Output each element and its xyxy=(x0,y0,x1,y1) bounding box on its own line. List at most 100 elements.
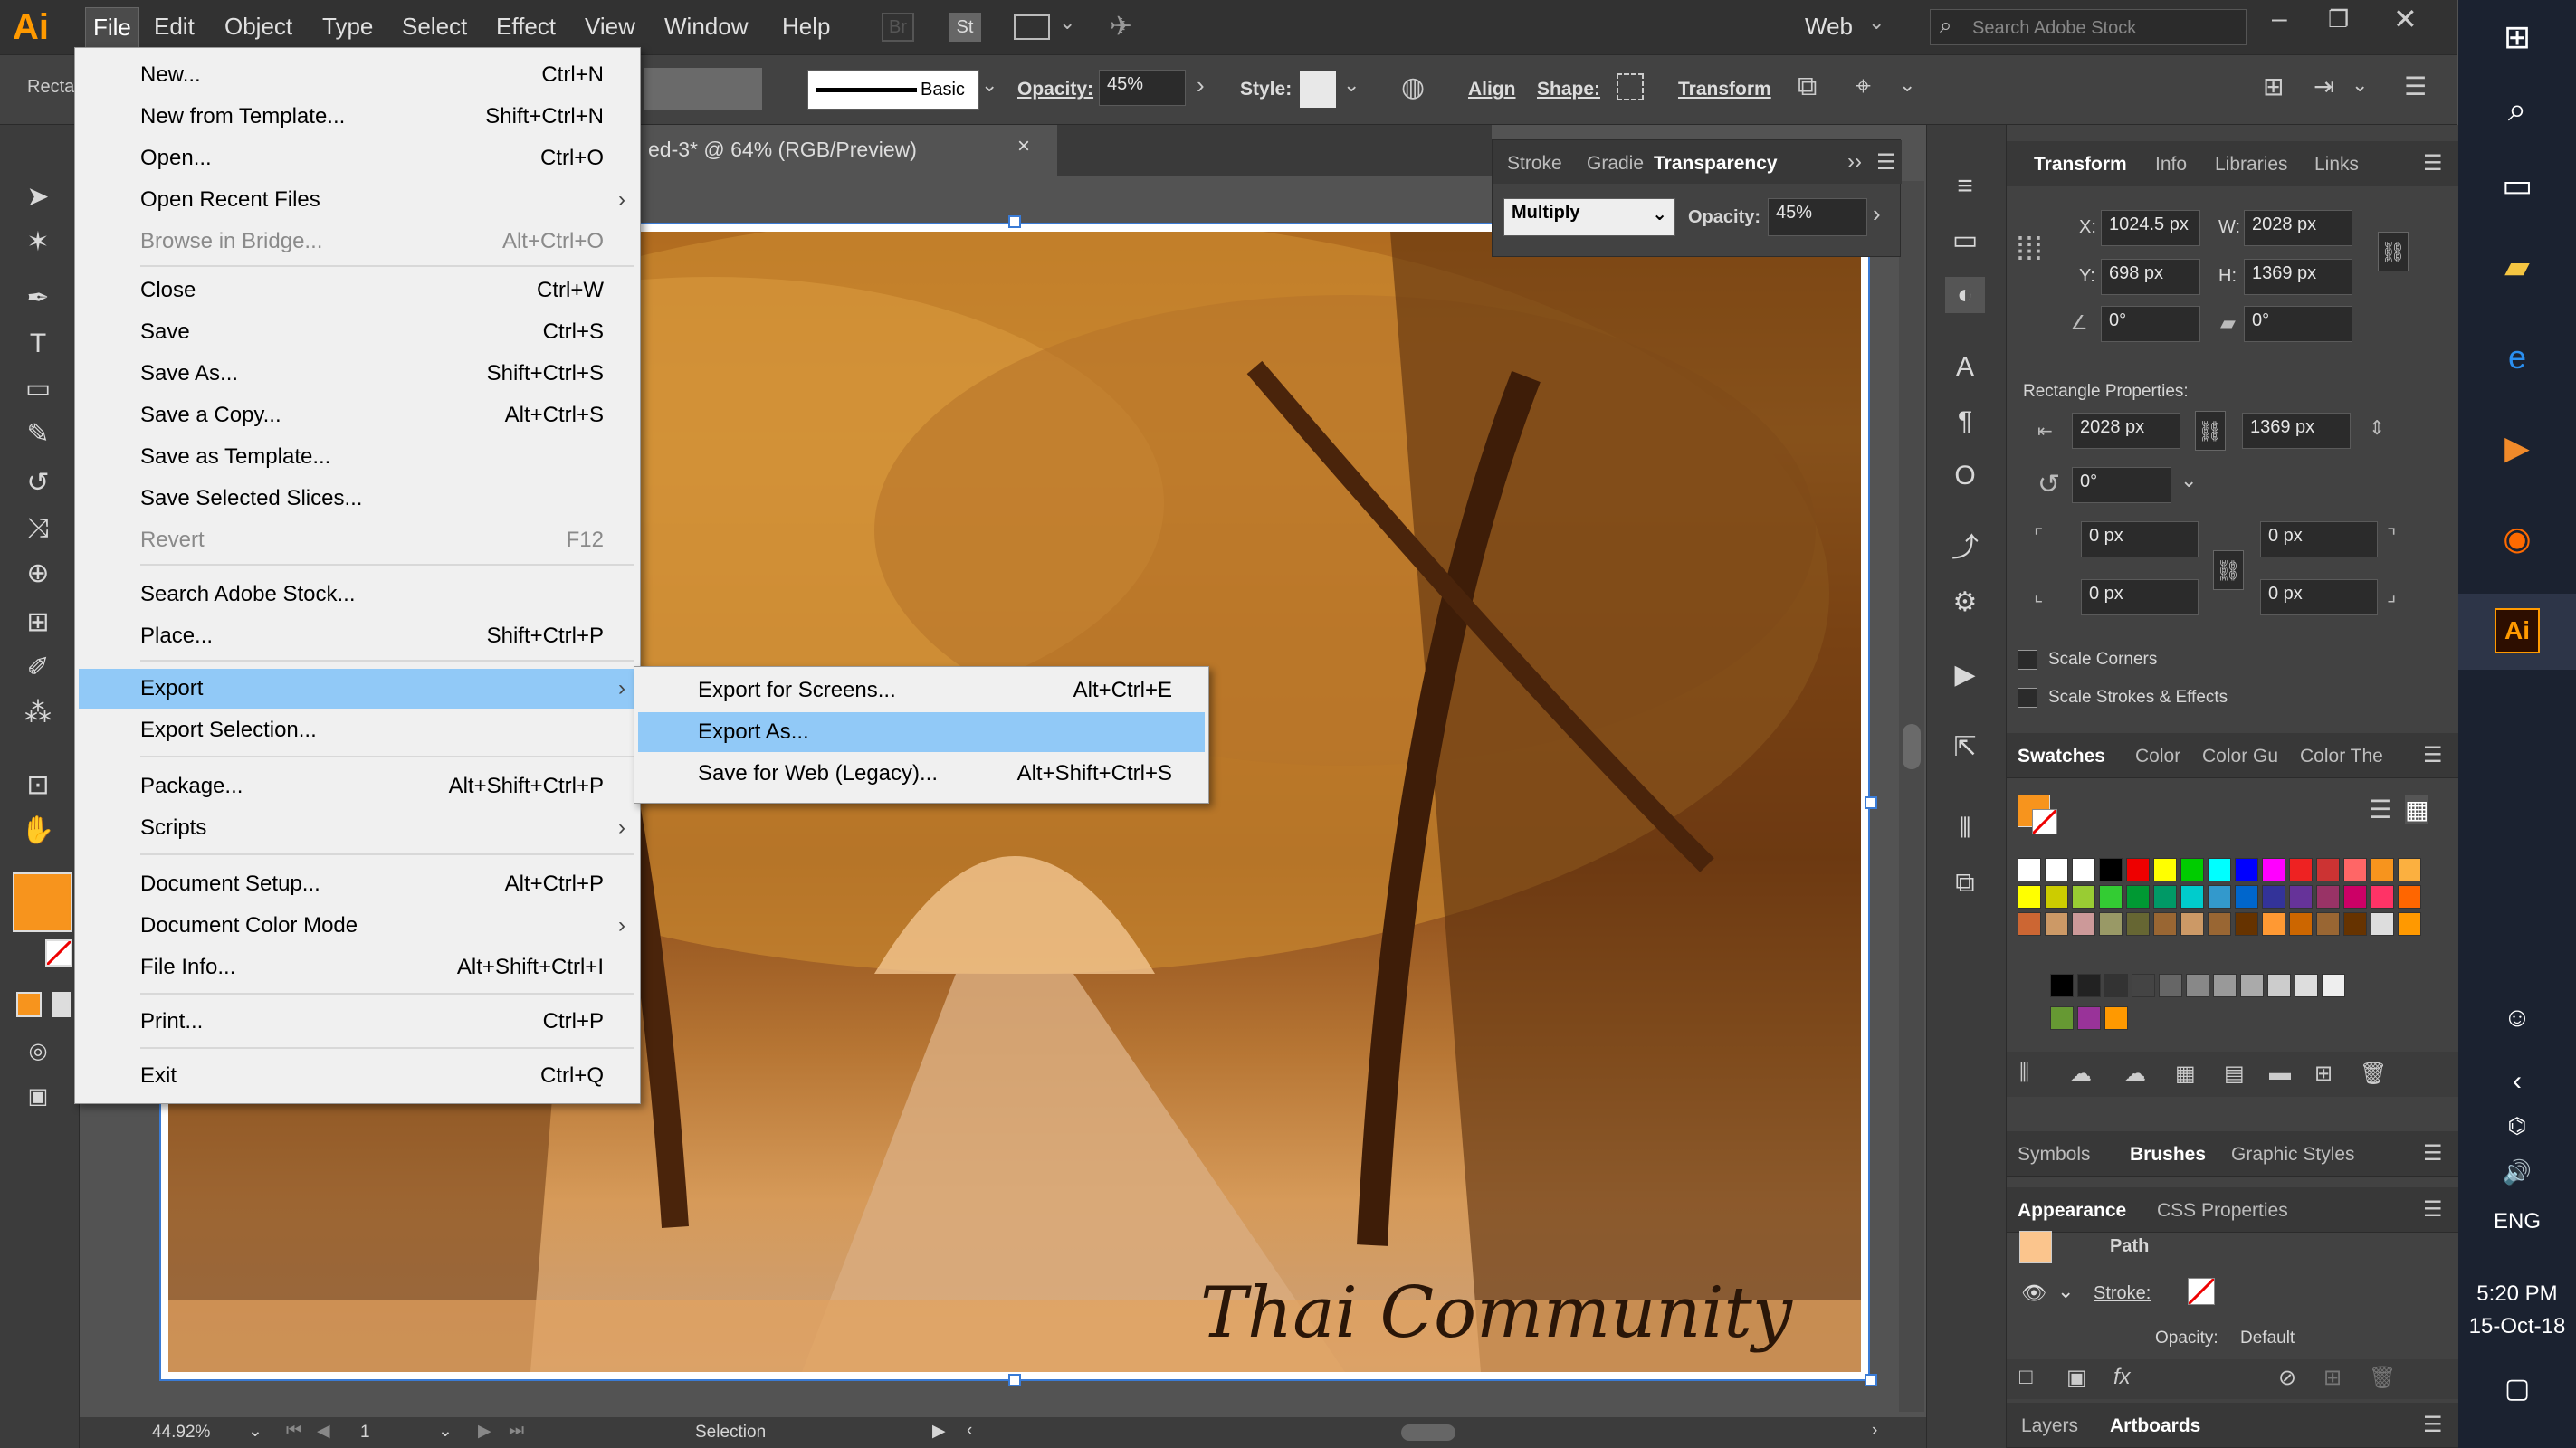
constrain-link-icon[interactable]: ⛓ xyxy=(2378,232,2409,272)
selection-handle[interactable] xyxy=(1865,796,1877,809)
show-hidden-icons[interactable]: ‹ xyxy=(2495,1059,2540,1104)
swatch[interactable] xyxy=(2050,974,2074,997)
restore-icon[interactable]: ❐ xyxy=(2328,5,2349,33)
submenu-item-export-as[interactable]: Export As... xyxy=(638,712,1205,752)
corner-radius-3[interactable]: 0 px xyxy=(2081,579,2199,615)
fill-field[interactable] xyxy=(644,68,762,110)
task-view-icon[interactable]: ▭ xyxy=(2495,163,2540,208)
grid-view-icon[interactable]: ▦ xyxy=(2405,795,2429,824)
swatch[interactable] xyxy=(2072,912,2095,936)
swatch[interactable] xyxy=(2072,858,2095,881)
pathfinder-panel-icon[interactable]: ⧉ xyxy=(1945,865,1985,901)
fill-color-swatch[interactable] xyxy=(13,872,72,932)
visibility-eye-icon[interactable]: 👁 xyxy=(2021,1281,2046,1305)
swatch[interactable] xyxy=(2104,1006,2128,1030)
menu-item-open-recent[interactable]: Open Recent Files › xyxy=(79,180,636,220)
asset-export-icon[interactable]: ⤴ xyxy=(1945,530,1985,567)
puppet-warp-icon[interactable]: ⌖ xyxy=(1856,71,1871,102)
tab-color-guide[interactable]: Color Gu xyxy=(2202,746,2278,767)
chevron-down-icon[interactable]: ⌄ xyxy=(248,1421,262,1442)
list-view-icon[interactable]: ☰ xyxy=(2369,795,2391,824)
media-player-icon[interactable]: ▶ xyxy=(2495,425,2540,471)
swatch[interactable] xyxy=(2208,885,2231,909)
swatch[interactable] xyxy=(2099,885,2123,909)
menu-item-new[interactable]: New... Ctrl+N xyxy=(79,55,636,95)
kinds-icon[interactable]: ☁ xyxy=(2124,1061,2146,1087)
cc-library-icon[interactable]: ☁ xyxy=(2070,1061,2092,1087)
swatch[interactable] xyxy=(2050,1006,2074,1030)
type-tool-icon[interactable]: T xyxy=(18,326,58,362)
tab-css-properties[interactable]: CSS Properties xyxy=(2157,1200,2288,1222)
stroke-profile-select[interactable]: Basic xyxy=(807,70,979,110)
minimize-icon[interactable]: – xyxy=(2272,4,2287,34)
menu-item-export-selection[interactable]: Export Selection... xyxy=(79,710,636,750)
next-artboard-icon[interactable]: ▶ xyxy=(478,1421,491,1442)
swatch[interactable] xyxy=(2343,858,2367,881)
color-mode-icon[interactable] xyxy=(16,992,42,1017)
menu-view[interactable]: View xyxy=(585,13,635,42)
first-artboard-icon[interactable]: ⏮ xyxy=(286,1421,301,1441)
menu-effect[interactable]: Effect xyxy=(496,13,556,42)
chevron-right-icon[interactable]: › xyxy=(1197,71,1205,100)
corner-radius-2[interactable]: 0 px xyxy=(2260,521,2378,557)
file-explorer-icon[interactable]: ▰ xyxy=(2495,244,2540,290)
swatch[interactable] xyxy=(2153,912,2177,936)
scroll-thumb[interactable] xyxy=(1903,724,1921,769)
tab-appearance[interactable]: Appearance xyxy=(2018,1200,2126,1222)
rect-width-input[interactable]: 2028 px xyxy=(2072,413,2180,449)
chevron-down-icon[interactable]: ⌄ xyxy=(2352,73,2368,97)
screen-mode-icon[interactable]: ▣ xyxy=(18,1079,58,1115)
rect-rotate-input[interactable]: 0° xyxy=(2072,467,2171,503)
swatch[interactable] xyxy=(2126,912,2150,936)
menu-item-save-as-template[interactable]: Save as Template... xyxy=(79,437,636,477)
panel-menu-icon[interactable]: ☰ xyxy=(2423,742,2443,768)
menu-item-file-info[interactable]: File Info... Alt+Shift+Ctrl+I xyxy=(79,948,636,987)
swatch[interactable] xyxy=(2208,858,2231,881)
folder-icon[interactable]: ▬ xyxy=(2269,1061,2291,1086)
menu-item-place[interactable]: Place... Shift+Ctrl+P xyxy=(79,616,636,656)
align-link[interactable]: Align xyxy=(1468,79,1516,100)
menu-item-save-copy[interactable]: Save a Copy... Alt+Ctrl+S xyxy=(79,395,636,435)
swatch[interactable] xyxy=(2104,974,2128,997)
swatch[interactable] xyxy=(2099,912,2123,936)
gradient-panel-icon[interactable]: ▭ xyxy=(1945,223,1985,259)
status-menu-arrow-icon[interactable]: ▶ xyxy=(932,1421,946,1442)
panel-menu-icon[interactable]: ☰ xyxy=(2423,150,2443,176)
action-center-icon[interactable]: ▢ xyxy=(2495,1367,2540,1412)
character-panel-icon[interactable]: A xyxy=(1945,349,1985,386)
stock-search-input[interactable]: ⌕ Search Adobe Stock xyxy=(1930,9,2247,45)
opacity-label[interactable]: Opacity: xyxy=(1017,79,1093,100)
swatch[interactable] xyxy=(2018,858,2041,881)
swatch[interactable] xyxy=(2295,974,2318,997)
chevron-down-icon[interactable]: ⌄ xyxy=(1868,11,1884,34)
stroke-none-swatch[interactable] xyxy=(2188,1278,2215,1305)
rectangle-tool-icon[interactable]: ▭ xyxy=(18,371,58,407)
tab-transform[interactable]: Transform xyxy=(2034,154,2127,176)
menu-item-save[interactable]: Save Ctrl+S xyxy=(79,312,636,352)
input-language[interactable]: ENG xyxy=(2458,1209,2576,1234)
illustrator-taskbar-item[interactable]: Ai xyxy=(2458,594,2576,670)
tab-gradient[interactable]: Gradie xyxy=(1587,153,1644,175)
scale-strokes-checkbox[interactable] xyxy=(2018,688,2037,708)
swatch[interactable] xyxy=(2235,912,2258,936)
panel-menu-icon[interactable]: ☰ xyxy=(2423,1412,2443,1438)
network-icon[interactable]: ⌬ xyxy=(2495,1104,2540,1149)
swatch[interactable] xyxy=(2240,974,2264,997)
swatch[interactable] xyxy=(2045,858,2068,881)
swatch[interactable] xyxy=(2153,858,2177,881)
menu-item-document-color-mode[interactable]: Document Color Mode › xyxy=(79,906,636,946)
swatch[interactable] xyxy=(2045,885,2068,909)
close-tab-icon[interactable]: × xyxy=(1017,134,1030,159)
opacity-input[interactable]: 45% xyxy=(1768,198,1867,236)
firefox-icon[interactable]: ◉ xyxy=(2495,516,2540,561)
swatch[interactable] xyxy=(2289,912,2313,936)
tab-swatches[interactable]: Swatches xyxy=(2018,746,2105,767)
swatch[interactable] xyxy=(2018,885,2041,909)
swatch[interactable] xyxy=(2371,858,2394,881)
chevron-down-icon[interactable]: ⌄ xyxy=(2057,1280,2074,1303)
pen-tool-icon[interactable]: ✒ xyxy=(18,281,58,317)
menu-item-document-setup[interactable]: Document Setup... Alt+Ctrl+P xyxy=(79,864,636,904)
chevron-down-icon[interactable]: ⌄ xyxy=(2180,469,2197,492)
swatch[interactable] xyxy=(2153,885,2177,909)
people-icon[interactable]: ☺ xyxy=(2495,996,2540,1041)
